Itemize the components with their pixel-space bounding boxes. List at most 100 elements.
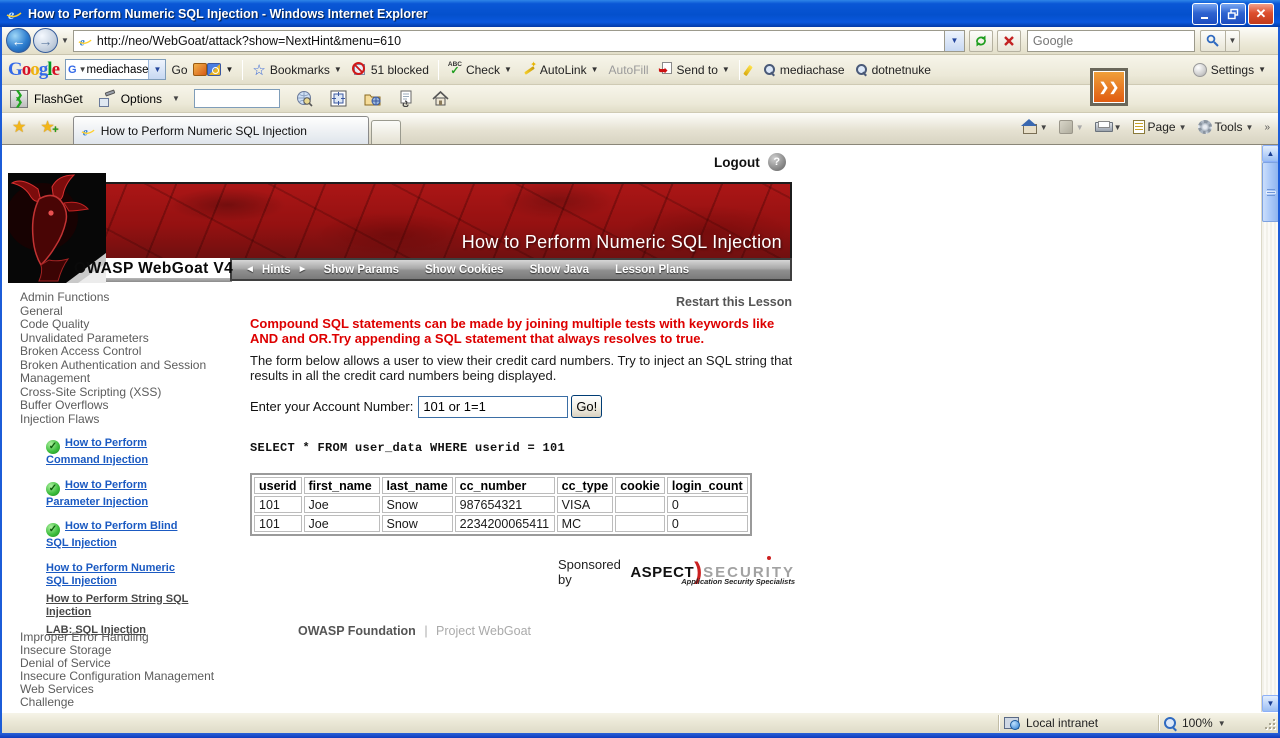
search-options-dropdown-icon[interactable]: ▼ [1225, 29, 1240, 52]
menu-hints[interactable]: Hints [258, 264, 295, 276]
menu-lesson-plans[interactable]: Lesson Plans [602, 264, 702, 276]
lesson-link-parameter-injection[interactable]: How to Perform Parameter Injection [46, 479, 148, 508]
search-web-icon[interactable] [206, 63, 221, 76]
tab-numeric-sql-injection[interactable]: e How to Perform Numeric SQL Injection [72, 116, 369, 144]
home-button[interactable]: ▼ [1017, 117, 1052, 137]
lesson-link-numeric-sql-injection[interactable]: How to Perform Numeric SQL Injection [46, 562, 175, 588]
sidebar-item-code-quality[interactable]: Code Quality [20, 317, 235, 332]
site-search-icon[interactable] [295, 90, 314, 108]
owasp-webgoat-brand: OWASP WebGoat V4 [74, 260, 234, 277]
address-field[interactable]: e http://neo/WebGoat/attack?show=NextHin… [72, 29, 945, 52]
send-to-button[interactable]: ➥ Send to ▼ [654, 58, 735, 82]
sidebar-item-general[interactable]: General [20, 304, 235, 319]
forward-button[interactable]: → [33, 28, 58, 53]
sidebar-item-challenge[interactable]: Challenge [20, 696, 235, 709]
folder-web-icon[interactable] [363, 90, 382, 108]
popup-blocker-button[interactable]: 51 blocked [347, 58, 434, 82]
menu-show-java[interactable]: Show Java [517, 264, 602, 276]
aspect-security-logo: ASPECT ) SECURITY Application Security S… [630, 556, 795, 586]
flashget-dropzone-icon[interactable]: ❯❯ [1090, 68, 1128, 106]
refresh-button[interactable] [968, 29, 993, 52]
google-go-button[interactable]: Go [166, 58, 192, 82]
menu-show-cookies[interactable]: Show Cookies [412, 264, 517, 276]
sidebar-item-admin-functions[interactable]: Admin Functions [20, 290, 235, 305]
sidebar-item-buffer-overflows[interactable]: Buffer Overflows [20, 398, 235, 413]
dotnetnuke-search-button[interactable]: dotnetnuke [850, 58, 936, 82]
sponsored-by-text: Sponsored by [558, 557, 621, 587]
scrollbar-thumb[interactable] [1262, 162, 1278, 222]
bookmarks-button[interactable]: ☆ Bookmarks ▼ [247, 58, 346, 82]
lesson-link-string-sql-injection[interactable]: How to Perform String SQL Injection [46, 593, 188, 619]
lesson-item: ✓ How to Perform Command Injection [46, 437, 198, 468]
monitor-capture-icon[interactable] [329, 90, 348, 108]
minimize-button[interactable] [1192, 2, 1218, 25]
g-dropdown-icon[interactable]: ▼ [79, 65, 87, 74]
google-search-dropdown-icon[interactable]: ▼ [148, 60, 166, 79]
google-search-input[interactable] [86, 63, 149, 76]
back-button[interactable]: ← [6, 28, 31, 53]
feeds-button[interactable]: ▼ [1055, 117, 1088, 137]
tab-favicon-icon: e [81, 126, 95, 138]
mediachase-search-button[interactable]: mediachase [758, 58, 850, 82]
toolbar-search-input[interactable] [1026, 29, 1195, 52]
account-number-input[interactable] [418, 395, 569, 418]
restore-button[interactable] [1220, 2, 1246, 25]
settings-button[interactable]: Settings ▼ [1188, 58, 1272, 82]
search-site-icon[interactable] [192, 63, 207, 76]
sidebar-item-xss[interactable]: Cross-Site Scripting (XSS) [20, 385, 235, 400]
lesson-link-blind-sql-injection[interactable]: How to Perform Blind SQL Injection [46, 520, 177, 549]
print-button[interactable]: ▼ [1091, 118, 1126, 137]
go-button[interactable]: Go! [571, 395, 603, 418]
hints-prev-icon[interactable]: ◄ [242, 264, 258, 275]
home-icon[interactable] [431, 90, 450, 108]
stop-button[interactable] [996, 29, 1021, 52]
add-favorite-icon[interactable]: ★ [40, 117, 59, 137]
vertical-scrollbar[interactable]: ▲ ▼ [1261, 145, 1278, 712]
flashget-options-button[interactable]: Options [121, 92, 162, 106]
cell [615, 515, 665, 532]
window-left-border [0, 27, 2, 733]
sidebar-item-broken-authentication[interactable]: Broken Authentication and Session Manage… [20, 358, 235, 386]
tools-menu-button[interactable]: Tools ▼ [1194, 117, 1258, 137]
search-tools-dropdown-icon[interactable]: ▼ [221, 58, 239, 82]
toolbar-overflow-icon[interactable]: » [1264, 122, 1270, 133]
restart-lesson-link[interactable]: Restart this Lesson [250, 295, 792, 309]
autofill-button: AutoFill [608, 62, 649, 77]
favorites-star-icon[interactable]: ★ [12, 117, 26, 137]
sidebar-item-broken-access-control[interactable]: Broken Access Control [20, 344, 235, 359]
logout-button[interactable]: Logout [714, 155, 760, 170]
spellcheck-button[interactable]: ABC ✓ Check ▼ [443, 58, 517, 82]
search-go-button[interactable] [1199, 29, 1226, 52]
page-link-icon[interactable] [397, 90, 416, 108]
close-button[interactable]: ✕ [1248, 2, 1274, 25]
flashget-search-input[interactable] [193, 89, 280, 108]
google-search-combo[interactable]: G ▼ ▼ [65, 59, 167, 80]
scroll-down-icon[interactable]: ▼ [1262, 695, 1278, 712]
cell: VISA [556, 496, 614, 513]
sidebar-item-injection-flaws[interactable]: Injection Flaws [20, 412, 235, 427]
sidebar-item-unvalidated-parameters[interactable]: Unvalidated Parameters [20, 331, 235, 346]
footer-webgoat-link[interactable]: Project WebGoat [436, 624, 531, 638]
zoom-dropdown-icon[interactable]: ▼ [1218, 719, 1226, 728]
hints-next-icon[interactable]: ► [295, 264, 311, 275]
table-row: 101 Joe Snow 2234200065411 MC 0 [254, 515, 748, 532]
footer-owasp-link[interactable]: OWASP Foundation [298, 624, 416, 638]
help-button[interactable]: ? [767, 153, 786, 171]
zoom-control[interactable]: 100% ▼ [1164, 716, 1256, 730]
new-tab-button[interactable] [370, 120, 401, 144]
flashget-label[interactable]: FlashGet [34, 92, 83, 106]
history-dropdown-icon[interactable]: ▼ [61, 36, 69, 45]
scroll-up-icon[interactable]: ▲ [1262, 145, 1278, 162]
col-login-count: login_count [666, 477, 748, 494]
lesson-complete-icon: ✓ [46, 440, 60, 454]
menu-show-params[interactable]: Show Params [311, 264, 412, 276]
flashget-icon: ❯ ❯ [10, 89, 28, 108]
autolink-button[interactable]: AutoLink▼ [517, 58, 604, 82]
page-menu-button[interactable]: Page ▼ [1129, 117, 1191, 137]
lesson-link-command-injection[interactable]: How to Perform Command Injection [46, 437, 148, 466]
options-dropdown-icon[interactable]: ▼ [172, 94, 180, 103]
highlighter-icon[interactable] [744, 63, 758, 77]
col-cc-number: cc_number [454, 477, 555, 494]
address-dropdown-icon[interactable]: ▼ [944, 29, 965, 52]
resize-grip[interactable] [1262, 716, 1276, 730]
